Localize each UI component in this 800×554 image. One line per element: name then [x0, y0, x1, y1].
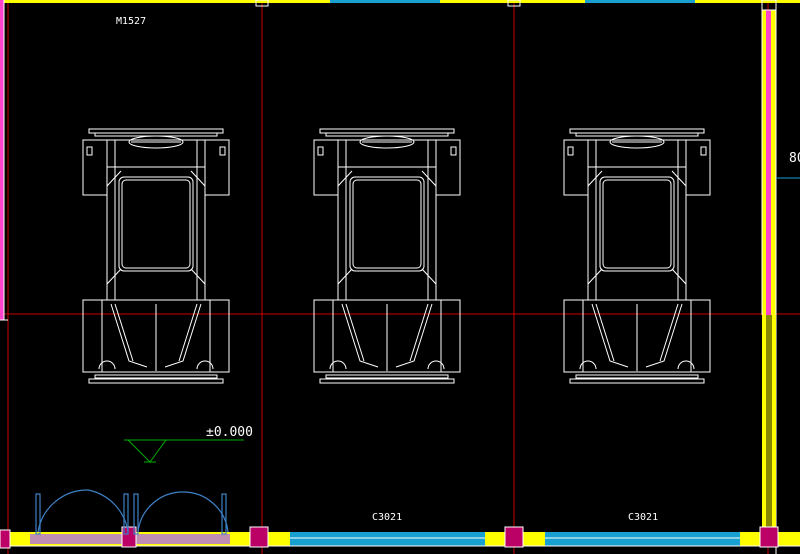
window-tag-2: C3021 [628, 512, 658, 523]
column-bottom-c [504, 526, 524, 548]
window-tag-1: C3021 [372, 512, 402, 523]
column-bottom-a [0, 529, 11, 549]
cad-drawing-canvas[interactable]: 80 M1527 C3021 C3021 ±0.000 [0, 0, 800, 554]
elevation-text: ±0.000 [206, 425, 253, 440]
column-bottom-d [759, 526, 779, 548]
door-tag: M1527 [116, 16, 146, 27]
edge-dimension-text: 80 [789, 151, 800, 166]
column-bottom-b [249, 526, 269, 548]
